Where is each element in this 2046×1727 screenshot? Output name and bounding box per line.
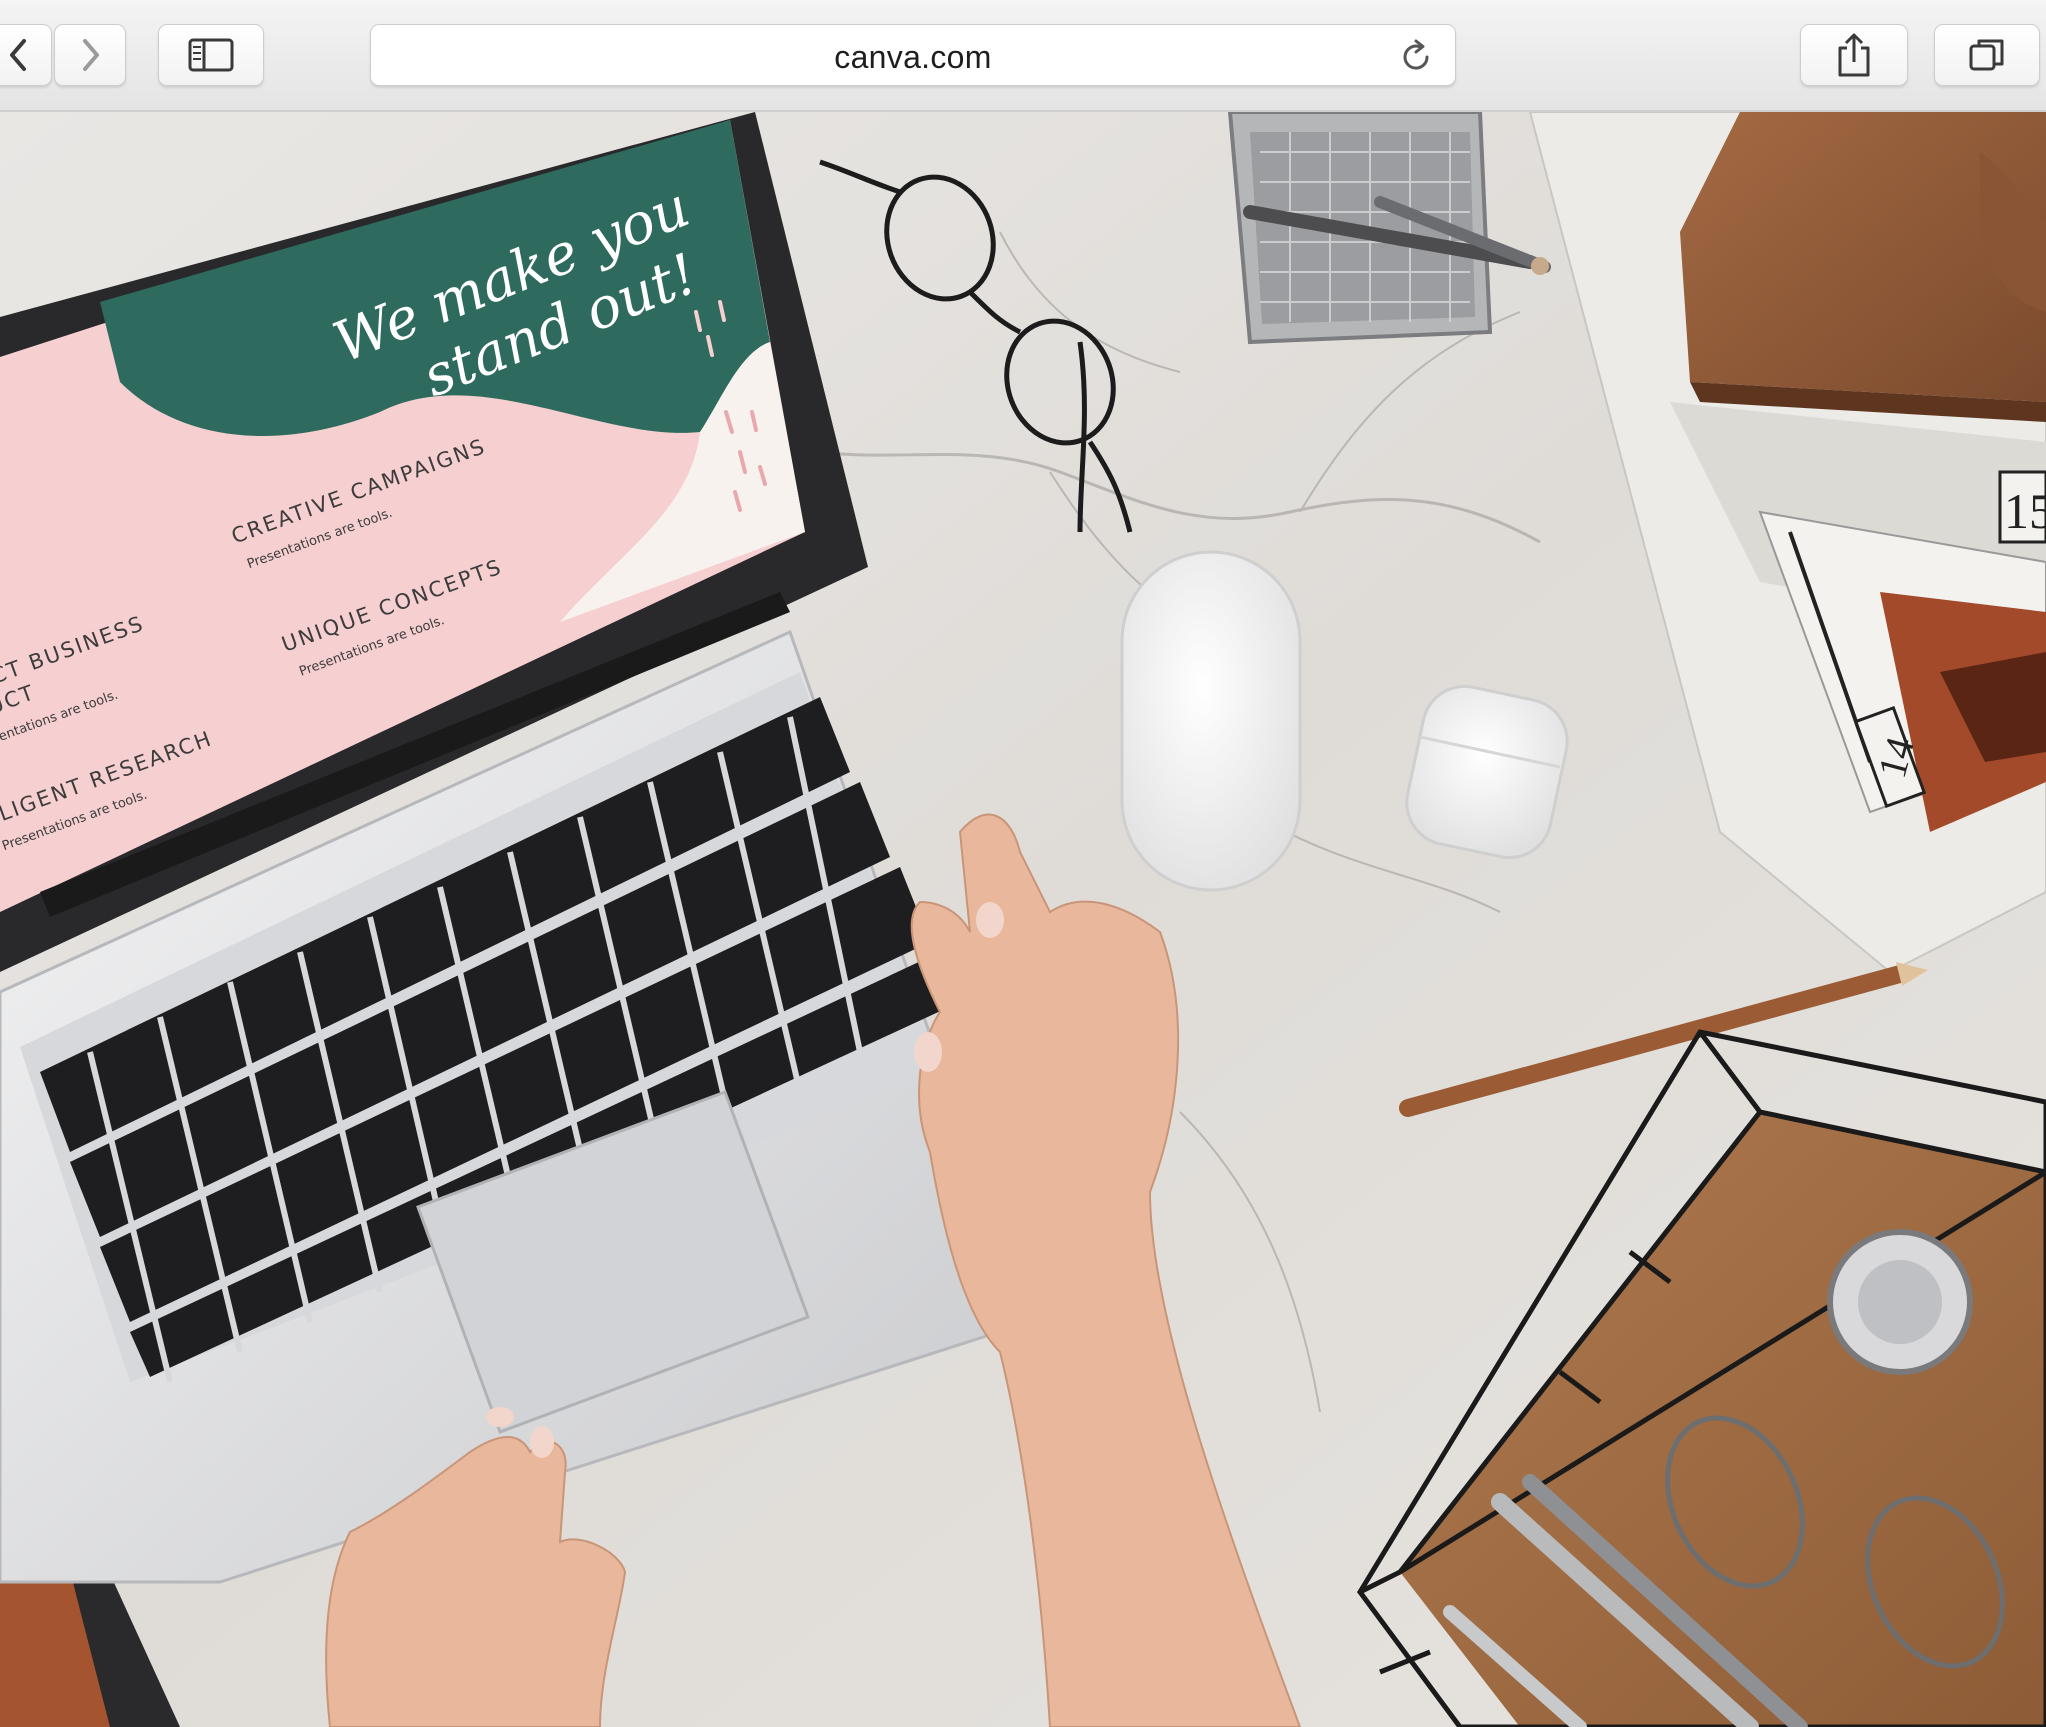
- share-icon: [1838, 33, 1870, 77]
- back-button[interactable]: [0, 24, 52, 86]
- chevron-right-icon: [83, 39, 99, 71]
- magic-mouse: [1120, 550, 1302, 892]
- desk-photo: 14 15 We make you stand out! CREATIVE CA…: [0, 112, 2046, 1727]
- url-text: canva.com: [834, 39, 992, 75]
- tabs-icon: [1969, 39, 2004, 71]
- share-button[interactable]: [1800, 24, 1908, 86]
- chevron-left-icon: [10, 39, 26, 71]
- tabs-button[interactable]: [1934, 24, 2040, 86]
- reload-button[interactable]: [1397, 38, 1435, 81]
- sidebar-button[interactable]: [158, 24, 264, 86]
- newspaper-page-15: 15: [2004, 483, 2046, 539]
- address-bar[interactable]: canva.com: [370, 24, 1456, 86]
- sidebar-icon: [188, 38, 234, 72]
- forward-button[interactable]: [54, 24, 126, 86]
- reload-icon: [1403, 39, 1429, 70]
- leather-notebook: [1680, 112, 2046, 422]
- page-content-photo: 14 15 We make you stand out! CREATIVE CA…: [0, 112, 2046, 1727]
- browser-toolbar: canva.com: [0, 0, 2046, 112]
